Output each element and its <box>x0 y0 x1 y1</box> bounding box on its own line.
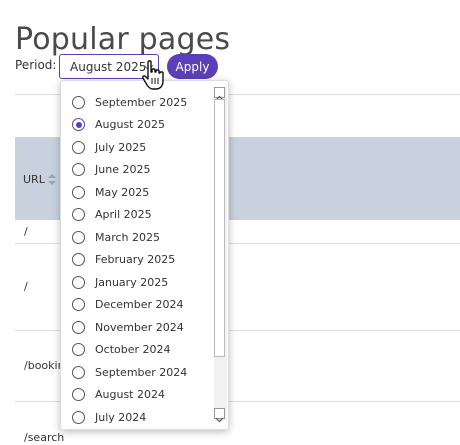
period-option-label: January 2025 <box>95 275 169 289</box>
period-option-label: December 2024 <box>95 298 184 311</box>
period-dropdown-list[interactable]: September 2025 August 2025 July 2025 June 2… <box>60 80 229 430</box>
radio-icon[interactable] <box>72 343 85 356</box>
row-url: / <box>24 225 28 238</box>
apply-button[interactable]: Apply <box>167 54 218 79</box>
radio-icon[interactable] <box>72 163 85 176</box>
period-option[interactable]: February 2025 <box>61 249 211 271</box>
period-option-label: September 2025 <box>95 95 188 109</box>
radio-icon[interactable] <box>72 118 85 131</box>
hand-pointer-icon <box>142 60 164 90</box>
period-option[interactable]: November 2024 <box>61 316 211 338</box>
period-option-label: July 2024 <box>95 410 147 424</box>
period-option-label: September 2024 <box>95 365 188 379</box>
period-option[interactable]: September 2025 <box>61 91 211 113</box>
period-option-label: February 2025 <box>95 253 176 266</box>
period-option[interactable]: August 2024 <box>61 384 211 406</box>
scroll-down-icon[interactable] <box>214 408 225 423</box>
period-option-label: November 2024 <box>95 320 184 334</box>
period-option[interactable]: December 2024 <box>61 294 211 316</box>
radio-icon[interactable] <box>72 230 85 244</box>
radio-icon[interactable] <box>72 320 85 334</box>
period-option[interactable]: June 2025 <box>61 159 211 181</box>
period-option[interactable]: July 2024 <box>61 406 211 428</box>
radio-icon[interactable] <box>72 388 85 401</box>
url-column-header[interactable]: URL <box>23 173 56 186</box>
radio-icon[interactable] <box>72 140 85 154</box>
radio-icon[interactable] <box>72 208 85 221</box>
radio-icon[interactable] <box>72 253 85 266</box>
sort-icon <box>47 174 56 185</box>
scroll-up-icon[interactable] <box>214 87 225 101</box>
scrollbar[interactable] <box>214 87 227 423</box>
period-option[interactable]: May 2025 <box>61 181 211 203</box>
period-label: Period: <box>15 58 57 72</box>
row-url: / <box>24 280 28 293</box>
radio-icon[interactable] <box>72 275 85 289</box>
row-url: /search <box>24 431 65 444</box>
period-option[interactable]: March 2025 <box>61 226 211 248</box>
period-option[interactable]: April 2025 <box>61 204 211 226</box>
period-option-label: August 2025 <box>95 118 165 131</box>
period-option[interactable]: July 2025 <box>61 136 211 158</box>
period-option[interactable]: August 2025 <box>61 114 211 136</box>
period-option[interactable]: October 2024 <box>61 339 211 361</box>
scroll-thumb[interactable] <box>214 99 225 357</box>
period-option[interactable]: September 2024 <box>61 361 211 383</box>
period-option-label: July 2025 <box>95 140 147 154</box>
radio-icon[interactable] <box>72 95 85 109</box>
period-option-label: March 2025 <box>95 230 161 244</box>
radio-icon[interactable] <box>72 410 85 424</box>
period-option[interactable]: January 2025 <box>61 271 211 293</box>
period-option-label: April 2025 <box>95 208 152 221</box>
period-select-value: August 2025 <box>70 59 147 74</box>
url-header-label: URL <box>23 173 45 186</box>
radio-icon[interactable] <box>72 298 85 311</box>
radio-icon[interactable] <box>72 365 85 379</box>
page-title: Popular pages <box>15 22 231 58</box>
radio-icon[interactable] <box>72 185 85 199</box>
period-option-label: June 2025 <box>95 163 151 176</box>
period-option-label: October 2024 <box>95 343 171 356</box>
period-option-label: August 2024 <box>95 388 165 401</box>
period-option-label: May 2025 <box>95 185 150 199</box>
row-url: /bookir <box>24 359 63 372</box>
